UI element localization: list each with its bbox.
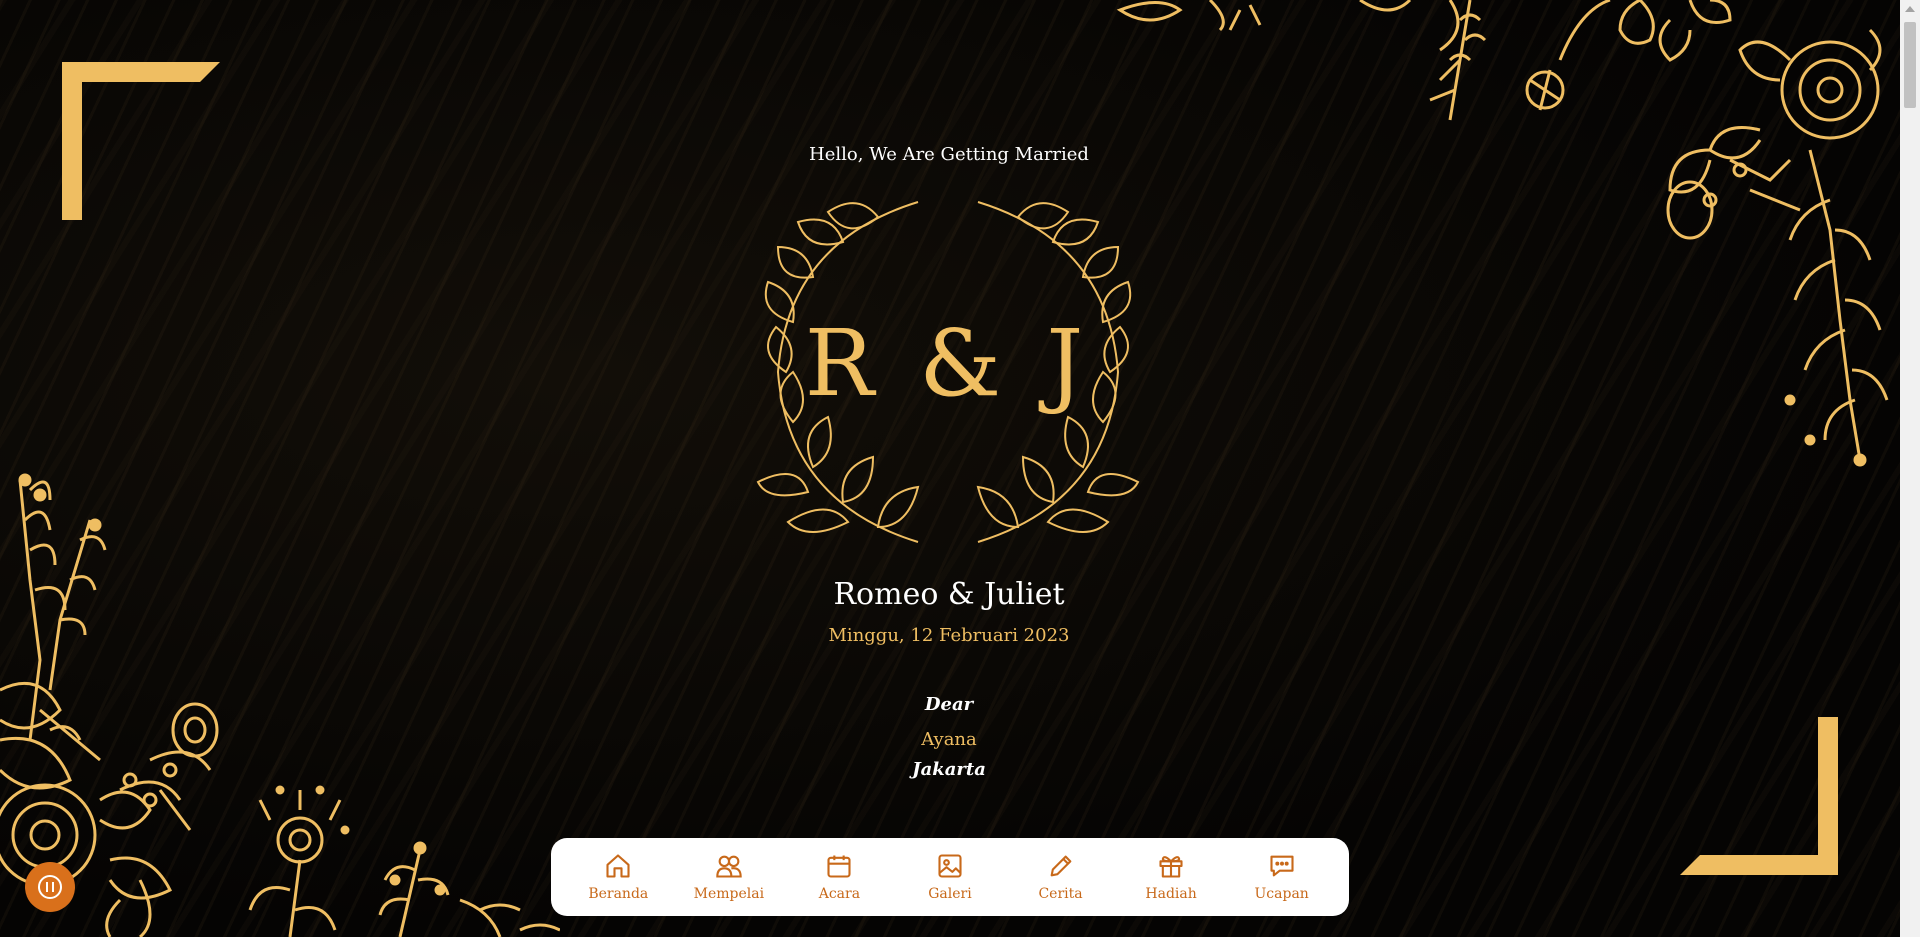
nav-label: Mempelai	[693, 886, 765, 902]
calendar-icon	[827, 855, 851, 878]
nav-label: Hadiah	[1145, 886, 1197, 902]
nav-label: Beranda	[588, 886, 649, 902]
guest-name: Ayana	[921, 729, 977, 750]
wedding-date: Minggu, 12 Februari 2023	[828, 625, 1070, 646]
nav-label: Galeri	[928, 886, 972, 902]
nav-item-hadiah[interactable]: Hadiah	[1121, 852, 1221, 902]
couple-names: Romeo & Juliet	[833, 577, 1065, 612]
nav-item-mempelai[interactable]: Mempelai	[679, 852, 779, 902]
gold-corner-top-left	[62, 62, 220, 220]
nav-label: Acara	[818, 886, 861, 902]
nav-item-galeri[interactable]: Galeri	[900, 852, 1000, 902]
floral-decoration-top-right	[1116, 0, 1889, 467]
nav-item-cerita[interactable]: Cerita	[1011, 852, 1111, 902]
bottom-navigation: Beranda Mempelai Acara Galeri Cerita Had…	[551, 838, 1349, 916]
nav-item-beranda[interactable]: Beranda	[568, 852, 668, 902]
pencil-icon	[1050, 855, 1071, 877]
nav-label: Cerita	[1038, 886, 1083, 902]
scrollbar-thumb[interactable]	[1904, 22, 1916, 108]
salutation-text: Dear	[924, 694, 974, 715]
image-icon	[938, 854, 962, 878]
nav-label: Ucapan	[1254, 886, 1309, 902]
home-icon	[606, 854, 630, 878]
gift-icon	[1159, 856, 1183, 878]
greeting-text: Hello, We Are Getting Married	[809, 144, 1089, 165]
scroll-up-arrow[interactable]	[1905, 6, 1915, 12]
couple-monogram: R & J	[804, 310, 1092, 417]
chat-icon	[1270, 855, 1294, 877]
page-scrollbar[interactable]	[1900, 0, 1920, 937]
nav-item-ucapan[interactable]: Ucapan	[1232, 852, 1332, 902]
nav-item-acara[interactable]: Acara	[789, 852, 889, 902]
music-toggle-button[interactable]	[25, 862, 75, 912]
pause-icon	[38, 875, 62, 899]
guest-city: Jakarta	[912, 759, 986, 780]
couple-icon	[716, 855, 742, 878]
